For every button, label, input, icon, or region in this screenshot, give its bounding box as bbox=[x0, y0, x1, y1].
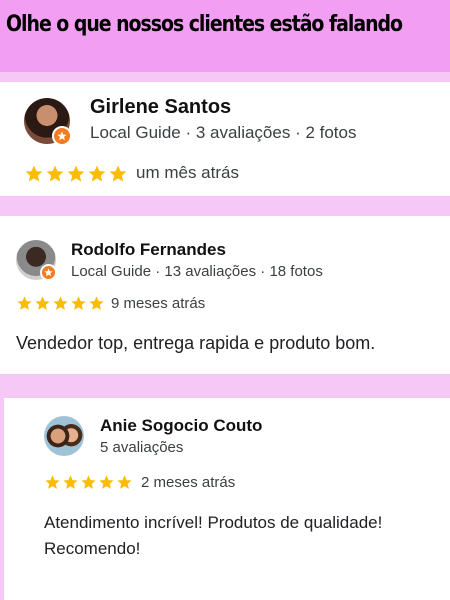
star-icon bbox=[25, 165, 43, 182]
star-icon bbox=[35, 296, 50, 310]
reviewer-avatar[interactable] bbox=[24, 98, 72, 146]
star-icon bbox=[99, 475, 114, 489]
reviewer-avatar[interactable] bbox=[44, 416, 84, 456]
reviewer-name[interactable]: Anie Sogocio Couto bbox=[100, 416, 262, 436]
star-icon bbox=[81, 475, 96, 489]
star-icon bbox=[46, 165, 64, 182]
star-icon bbox=[45, 475, 60, 489]
review-time: um mês atrás bbox=[136, 163, 239, 182]
review-card: Anie Sogocio Couto 5 avaliações 2 meses … bbox=[4, 398, 450, 600]
star-rating bbox=[16, 295, 105, 312]
star-icon bbox=[63, 475, 78, 489]
review-card: Rodolfo Fernandes Local Guide · 13 avali… bbox=[0, 216, 450, 374]
reviewer-meta: Local Guide · 3 avaliações · 2 fotos bbox=[90, 123, 357, 142]
review-text: Vendedor top, entrega rapida e produto b… bbox=[16, 333, 376, 353]
reviewer-meta: 5 avaliações bbox=[100, 439, 184, 456]
reviewer-meta: Local Guide · 13 avaliações · 18 fotos bbox=[71, 263, 323, 280]
page-title: Olhe o que nossos clientes estão falando bbox=[6, 12, 403, 37]
star-icon bbox=[17, 296, 32, 310]
reviewer-name[interactable]: Girlene Santos bbox=[90, 96, 231, 119]
reviewer-avatar[interactable] bbox=[16, 240, 57, 281]
page-header: Olhe o que nossos clientes estão falando bbox=[0, 0, 450, 72]
local-guide-badge-icon bbox=[40, 264, 57, 281]
review-card: Girlene Santos Local Guide · 3 avaliaçõe… bbox=[0, 82, 450, 196]
review-time: 2 meses atrás bbox=[141, 474, 236, 491]
review-text: Atendimento incrível! Produtos de qualid… bbox=[44, 513, 383, 559]
star-icon bbox=[109, 165, 127, 182]
star-icon bbox=[53, 296, 68, 310]
star-icon bbox=[117, 475, 132, 489]
reviewer-name[interactable]: Rodolfo Fernandes bbox=[71, 240, 226, 260]
star-icon bbox=[89, 296, 104, 310]
star-icon bbox=[71, 296, 86, 310]
local-guide-badge-icon bbox=[52, 126, 72, 146]
review-time: 9 meses atrás bbox=[111, 295, 206, 312]
star-rating bbox=[24, 164, 128, 184]
star-rating bbox=[44, 474, 133, 491]
star-icon bbox=[67, 165, 85, 182]
star-icon bbox=[88, 165, 106, 182]
